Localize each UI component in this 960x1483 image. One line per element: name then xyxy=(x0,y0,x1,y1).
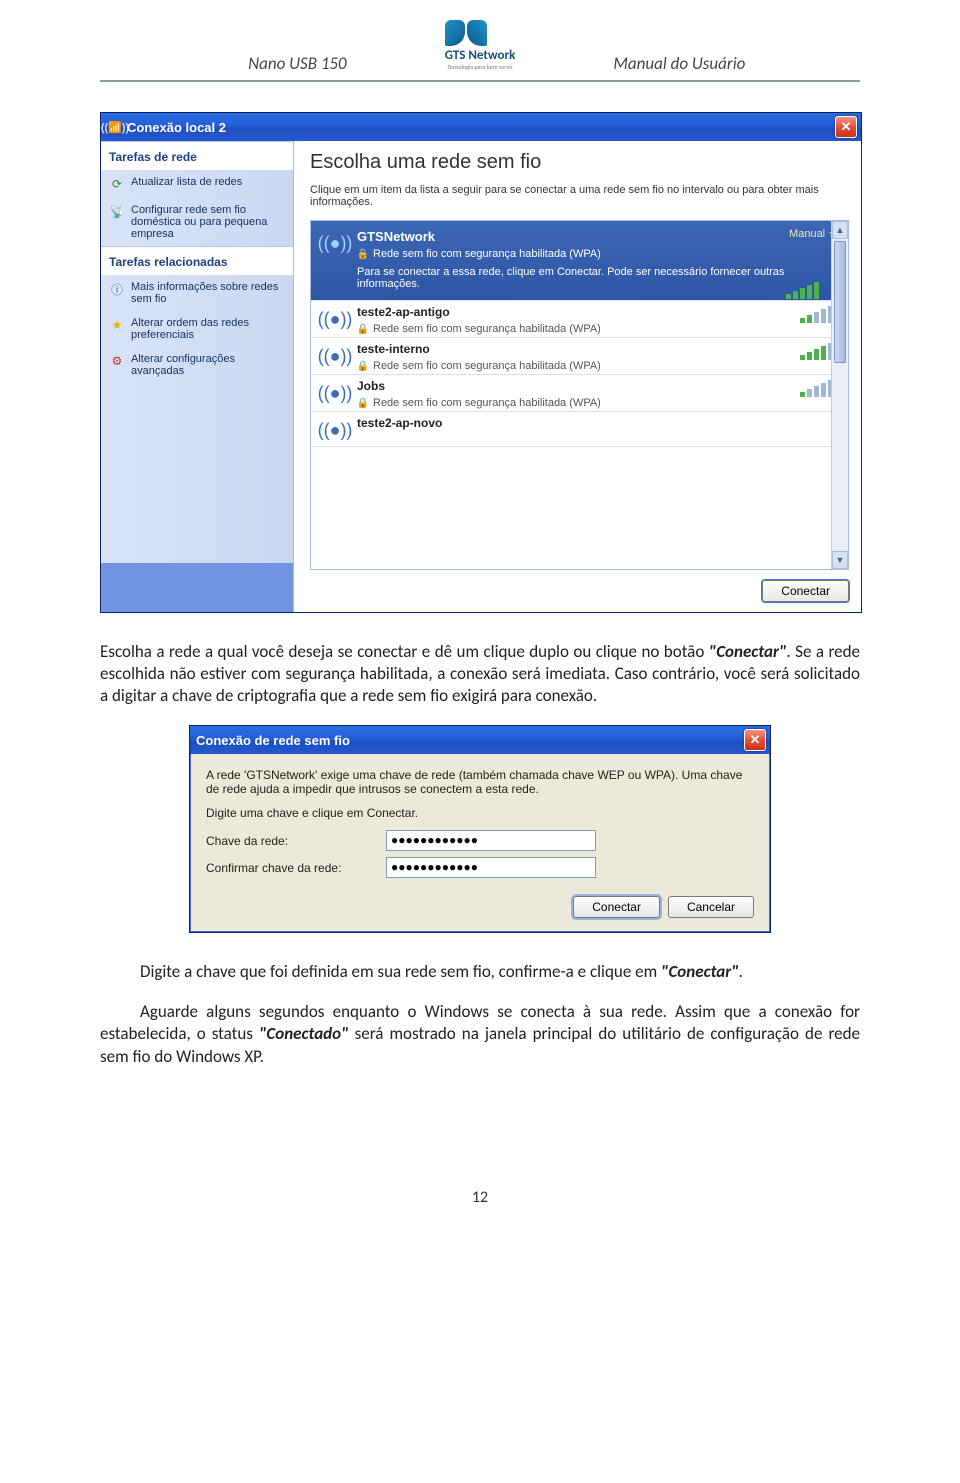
dialog-text: Digite uma chave e clique em Conectar. xyxy=(206,806,754,820)
wifi-icon: ((●)) xyxy=(321,342,349,370)
sidebar-item-label: Configurar rede sem fio doméstica ou par… xyxy=(131,204,285,240)
network-list: ((●)) GTSNetwork 🔒 Rede sem fio com segu… xyxy=(310,220,849,570)
task-sidebar: Tarefas de rede ⟳ Atualizar lista de red… xyxy=(101,141,293,612)
network-description: Para se conectar a essa rede, clique em … xyxy=(357,266,838,290)
panel-subtitle: Clique em um item da lista a seguir para… xyxy=(310,184,845,208)
wifi-icon: ((●)) xyxy=(321,229,349,257)
window-titlebar[interactable]: ((📶)) Conexão local 2 ✕ xyxy=(101,113,861,141)
lock-icon: 🔒 xyxy=(357,360,369,372)
lock-icon: 🔒 xyxy=(357,248,369,260)
scroll-thumb[interactable] xyxy=(834,241,846,363)
sidebar-refresh[interactable]: ⟳ Atualizar lista de redes xyxy=(101,170,293,198)
network-name: GTSNetwork xyxy=(357,229,838,244)
network-name: teste2-ap-antigo xyxy=(357,305,792,319)
scrollbar[interactable]: ▲ ▼ xyxy=(831,221,848,569)
wifi-icon: ((●)) xyxy=(321,305,349,333)
sidebar-item-label: Alterar configurações avançadas xyxy=(131,353,285,377)
antenna-icon: 📡 xyxy=(109,204,125,220)
refresh-icon: ⟳ xyxy=(109,176,125,192)
signal-bars xyxy=(800,305,834,323)
network-security: Rede sem fio com segurança habilitada (W… xyxy=(373,248,601,260)
header-divider xyxy=(100,80,860,82)
logo-text: GTS Network xyxy=(445,48,516,63)
sidebar-learn-more[interactable]: ⓘ Mais informações sobre redes sem fio xyxy=(101,275,293,311)
sidebar-item-label: Mais informações sobre redes sem fio xyxy=(131,281,285,305)
network-security: Rede sem fio com segurança habilitada (W… xyxy=(373,397,601,409)
network-security: Rede sem fio com segurança habilitada (W… xyxy=(373,360,601,372)
header-doctitle: Manual do Usuário xyxy=(603,53,860,74)
logo-subtext: Tecnologia para bem servir xyxy=(445,63,516,71)
header-logo: GTS Network Tecnologia para bem servir xyxy=(357,20,604,74)
network-item[interactable]: ((●)) Jobs 🔒 Rede sem fio com segurança … xyxy=(311,374,848,411)
instruction-paragraph-2: Digite a chave que foi definida em sua r… xyxy=(100,961,860,983)
page-header: Nano USB 150 GTS Network Tecnologia para… xyxy=(100,20,860,80)
cancel-button[interactable]: Cancelar xyxy=(668,896,754,918)
sidebar-change-order[interactable]: ★ Alterar ordem das redes preferenciais xyxy=(101,311,293,347)
wireless-key-dialog: Conexão de rede sem fio ✕ A rede 'GTSNet… xyxy=(189,725,771,933)
instruction-paragraph-3: Aguarde alguns segundos enquanto o Windo… xyxy=(100,1001,860,1067)
dialog-titlebar[interactable]: Conexão de rede sem fio ✕ xyxy=(190,726,770,754)
scroll-up-icon[interactable]: ▲ xyxy=(832,221,848,239)
scroll-down-icon[interactable]: ▼ xyxy=(832,551,848,569)
network-name: teste2-ap-novo xyxy=(357,416,838,430)
close-button[interactable]: ✕ xyxy=(744,729,766,751)
lock-icon: 🔒 xyxy=(357,323,369,335)
sidebar-item-label: Alterar ordem das redes preferenciais xyxy=(131,317,285,341)
close-button[interactable]: ✕ xyxy=(835,116,857,138)
lock-icon: 🔒 xyxy=(357,397,369,409)
key-label: Chave da rede: xyxy=(206,834,386,848)
network-name: teste-interno xyxy=(357,342,792,356)
dialog-text: A rede 'GTSNetwork' exige uma chave de r… xyxy=(206,768,754,796)
instruction-paragraph-1: Escolha a rede a qual você deseja se con… xyxy=(100,641,860,707)
logo-icon xyxy=(467,20,487,46)
wireless-icon: ((📶)) xyxy=(107,119,123,135)
network-item[interactable]: ((●)) teste2-ap-antigo 🔒 Rede sem fio co… xyxy=(311,300,848,337)
network-key-input[interactable] xyxy=(386,830,596,851)
connect-button[interactable]: Conectar xyxy=(762,580,849,602)
wifi-icon: ((●)) xyxy=(321,379,349,407)
signal-bars xyxy=(800,342,834,360)
network-item[interactable]: ((●)) teste2-ap-novo xyxy=(311,411,848,447)
info-icon: ⓘ xyxy=(109,281,125,297)
sidebar-heading: Tarefas relacionadas xyxy=(101,246,293,275)
network-item-selected[interactable]: ((●)) GTSNetwork 🔒 Rede sem fio com segu… xyxy=(311,221,848,300)
network-name: Jobs xyxy=(357,379,792,393)
signal-bars xyxy=(800,379,834,397)
sidebar-setup-network[interactable]: 📡 Configurar rede sem fio doméstica ou p… xyxy=(101,198,293,246)
panel-title: Escolha uma rede sem fio xyxy=(310,151,845,174)
confirm-key-label: Confirmar chave da rede: xyxy=(206,861,386,875)
sidebar-advanced[interactable]: ⚙ Alterar configurações avançadas xyxy=(101,347,293,383)
page-number: 12 xyxy=(100,1188,860,1207)
header-product: Nano USB 150 xyxy=(100,53,357,74)
sidebar-item-label: Atualizar lista de redes xyxy=(131,176,242,188)
network-item[interactable]: ((●)) teste-interno 🔒 Rede sem fio com s… xyxy=(311,337,848,374)
wireless-picker-window: ((📶)) Conexão local 2 ✕ Tarefas de rede … xyxy=(100,112,862,613)
signal-bars xyxy=(786,281,820,299)
gear-icon: ⚙ xyxy=(109,353,125,369)
window-title: Conexão local 2 xyxy=(127,120,226,135)
star-icon: ★ xyxy=(109,317,125,333)
network-security: Rede sem fio com segurança habilitada (W… xyxy=(373,323,601,335)
dialog-title: Conexão de rede sem fio xyxy=(196,733,350,748)
connect-button[interactable]: Conectar xyxy=(573,896,660,918)
logo-icon xyxy=(445,20,465,46)
main-panel: Escolha uma rede sem fio Clique em um it… xyxy=(293,141,861,612)
confirm-key-input[interactable] xyxy=(386,857,596,878)
sidebar-heading: Tarefas de rede xyxy=(101,141,293,170)
wifi-icon: ((●)) xyxy=(321,416,349,444)
dialog-body: A rede 'GTSNetwork' exige uma chave de r… xyxy=(190,754,770,890)
